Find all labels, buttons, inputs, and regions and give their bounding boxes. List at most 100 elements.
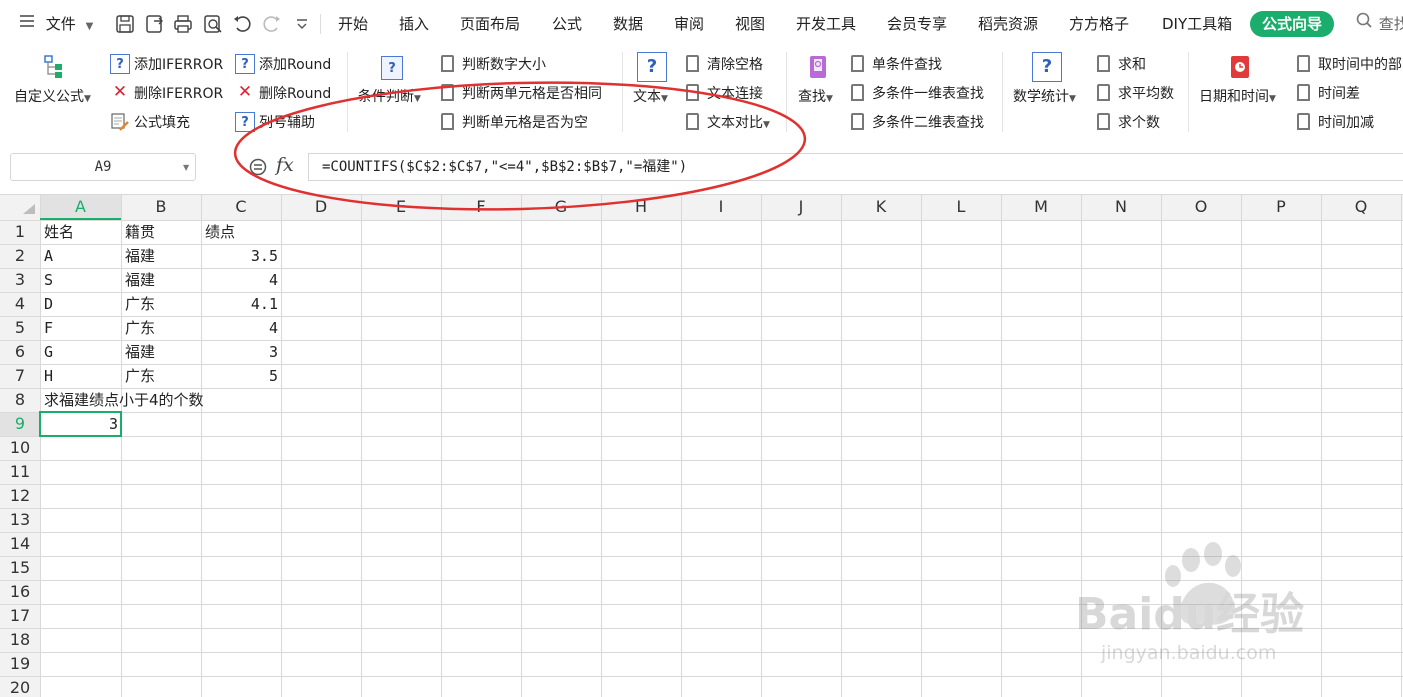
row-header-5[interactable]: 5 [0, 316, 40, 340]
cell-c4[interactable]: 4.1 [201, 292, 278, 316]
cell-c7[interactable]: 5 [201, 364, 278, 388]
add-round-button[interactable]: 添加Round [259, 56, 331, 74]
column-header-h[interactable]: H [601, 194, 681, 220]
judge-cell-empty-button[interactable]: 判断单元格是否为空 [462, 114, 588, 132]
column-header-p[interactable]: P [1241, 194, 1321, 220]
formula-input[interactable]: =COUNTIFS($C$2:$C$7,"<=4",$B$2:$B$7,"=福建… [308, 153, 1403, 181]
column-header-q[interactable]: Q [1321, 194, 1401, 220]
tab-home[interactable]: 开始 [338, 14, 368, 34]
print-icon[interactable] [172, 13, 194, 35]
row-header-11[interactable]: 11 [0, 460, 40, 484]
export-pdf-icon[interactable] [144, 13, 166, 35]
search-box[interactable]: 查找 [1356, 12, 1403, 34]
row-header-6[interactable]: 6 [0, 340, 40, 364]
multi-condition-2d-find-button[interactable]: 多条件二维表查找 [872, 114, 984, 132]
save-icon[interactable] [114, 13, 136, 35]
select-all-corner-icon[interactable] [22, 203, 36, 215]
row-header-12[interactable]: 12 [0, 484, 40, 508]
column-number-assist-button[interactable]: 列号辅助 [259, 114, 315, 132]
condition-judge-icon[interactable]: ? [381, 56, 403, 80]
cell-a8[interactable]: 求福建绩点小于4的个数 [44, 388, 204, 412]
row-header-1[interactable]: 1 [0, 220, 40, 244]
tab-view[interactable]: 视图 [735, 14, 765, 34]
column-header-f[interactable]: F [441, 194, 521, 220]
row-header-17[interactable]: 17 [0, 604, 40, 628]
extract-time-part-button[interactable]: 取时间中的部 [1318, 56, 1402, 74]
multi-condition-1d-find-button[interactable]: 多条件一维表查找 [872, 85, 984, 103]
formula-fill-button[interactable]: 公式填充 [134, 114, 190, 132]
column-header-e[interactable]: E [361, 194, 441, 220]
file-menu[interactable]: 文件 ▼ [19, 14, 93, 37]
cell-b5[interactable]: 广东 [125, 316, 155, 340]
cell-a3[interactable]: S [44, 268, 53, 292]
column-header-g[interactable]: G [521, 194, 601, 220]
row-header-4[interactable]: 4 [0, 292, 40, 316]
math-stats-button[interactable]: 数学统计▼ [1013, 88, 1076, 108]
row-header-8[interactable]: 8 [0, 388, 40, 412]
math-stats-icon[interactable]: ? [1032, 52, 1062, 82]
add-iferror-button[interactable]: 添加IFERROR [134, 56, 223, 74]
cell-a7[interactable]: H [44, 364, 53, 388]
tab-formulas[interactable]: 公式 [552, 14, 582, 34]
tab-docer[interactable]: 稻壳资源 [978, 14, 1038, 34]
column-header-k[interactable]: K [841, 194, 921, 220]
delete-round-button[interactable]: 删除Round [259, 85, 331, 103]
single-condition-find-button[interactable]: 单条件查找 [872, 56, 942, 74]
redo-icon[interactable] [261, 13, 283, 35]
tab-member[interactable]: 会员专享 [887, 14, 947, 34]
column-header-b[interactable]: B [121, 194, 201, 220]
clear-spaces-button[interactable]: 清除空格 [707, 56, 763, 74]
row-header-7[interactable]: 7 [0, 364, 40, 388]
zoom-formula-icon[interactable] [248, 157, 268, 177]
insert-function-icon[interactable]: fx [276, 154, 294, 176]
print-preview-icon[interactable] [202, 13, 224, 35]
custom-formula-icon[interactable] [43, 54, 67, 80]
row-header-15[interactable]: 15 [0, 556, 40, 580]
date-time-button[interactable]: 日期和时间▼ [1199, 88, 1276, 108]
column-header-a[interactable]: A [40, 194, 121, 220]
cell-c3[interactable]: 4 [201, 268, 278, 292]
cell-a4[interactable]: D [44, 292, 53, 316]
average-button[interactable]: 求平均数 [1118, 85, 1174, 103]
cell-b2[interactable]: 福建 [125, 244, 155, 268]
row-header-3[interactable]: 3 [0, 268, 40, 292]
row-header-18[interactable]: 18 [0, 628, 40, 652]
cell-c1[interactable]: 绩点 [205, 220, 235, 244]
cell-a6[interactable]: G [44, 340, 53, 364]
column-header-d[interactable]: D [281, 194, 361, 220]
column-header-i[interactable]: I [681, 194, 761, 220]
cell-b3[interactable]: 福建 [125, 268, 155, 292]
tab-formula-wizard[interactable]: 公式向导 [1250, 11, 1335, 37]
tab-diy-toolbox[interactable]: DIY工具箱 [1162, 14, 1232, 34]
cell-a5[interactable]: F [44, 316, 53, 340]
column-header-m[interactable]: M [1001, 194, 1081, 220]
column-header-c[interactable]: C [201, 194, 281, 220]
count-button[interactable]: 求个数 [1118, 114, 1160, 132]
tab-developer[interactable]: 开发工具 [796, 14, 856, 34]
tab-data[interactable]: 数据 [613, 14, 643, 34]
column-header-j[interactable]: J [761, 194, 841, 220]
text-button[interactable]: 文本▼ [633, 88, 668, 108]
cell-c6[interactable]: 3 [201, 340, 278, 364]
undo-icon[interactable] [231, 13, 253, 35]
text-compare-button[interactable]: 文本对比▼ [707, 114, 770, 134]
condition-judge-button[interactable]: 条件判断▼ [358, 88, 421, 108]
cell-a9[interactable]: 3 [40, 412, 118, 436]
cell-a1[interactable]: 姓名 [44, 220, 74, 244]
find-book-icon[interactable] [807, 54, 829, 80]
tab-page-layout[interactable]: 页面布局 [460, 14, 520, 34]
text-join-button[interactable]: 文本连接 [707, 85, 763, 103]
cell-b4[interactable]: 广东 [125, 292, 155, 316]
cell-a2[interactable]: A [44, 244, 53, 268]
column-header-o[interactable]: O [1161, 194, 1241, 220]
name-box[interactable]: A9 [10, 153, 196, 181]
cell-b1[interactable]: 籍贯 [125, 220, 155, 244]
tab-fangfang[interactable]: 方方格子 [1069, 14, 1129, 34]
row-header-19[interactable]: 19 [0, 652, 40, 676]
text-icon[interactable]: ? [637, 52, 667, 82]
delete-iferror-button[interactable]: 删除IFERROR [134, 85, 223, 103]
cell-c5[interactable]: 4 [201, 316, 278, 340]
date-time-book-icon[interactable] [1228, 54, 1252, 80]
row-header-13[interactable]: 13 [0, 508, 40, 532]
row-header-10[interactable]: 10 [0, 436, 40, 460]
